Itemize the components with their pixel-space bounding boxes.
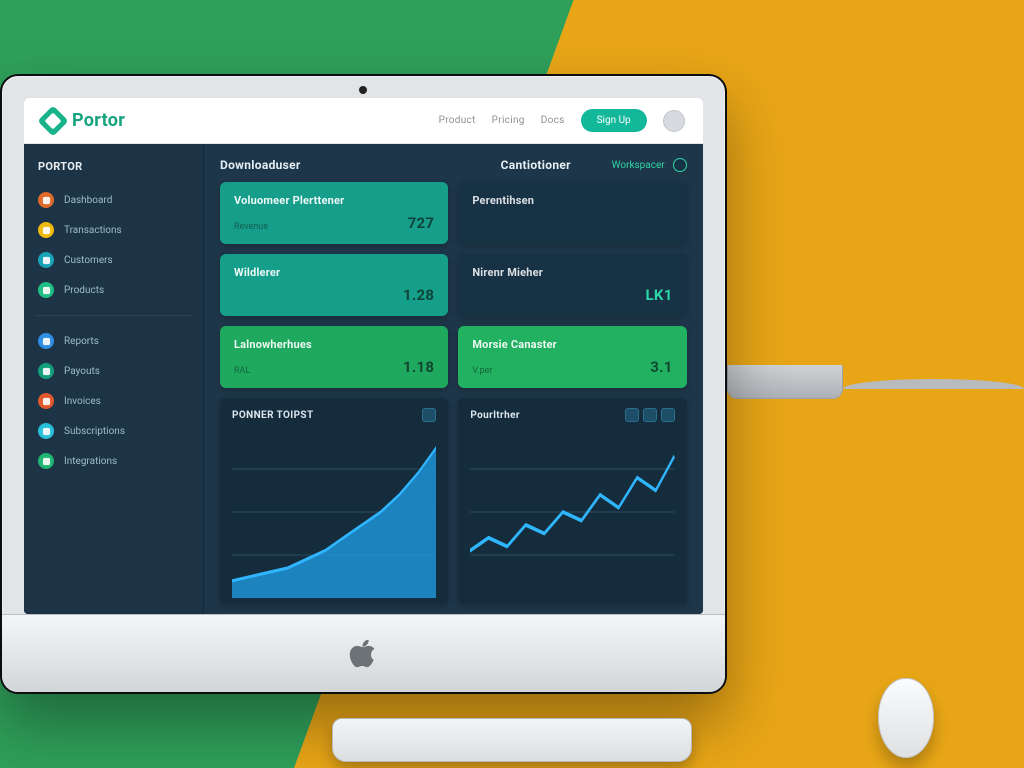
brand[interactable]: Portor bbox=[42, 110, 125, 132]
chart-right-chips bbox=[625, 408, 675, 422]
nav-link-0[interactable]: Product bbox=[439, 115, 476, 126]
sidebar-item[interactable]: Customers bbox=[24, 245, 203, 275]
sidebar-item[interactable]: Products bbox=[24, 275, 203, 305]
sidebar: PORTOR Dashboard Transactions Customers Pro… bbox=[24, 144, 204, 614]
sidebar-item-label: Reports bbox=[64, 336, 99, 347]
sidebar-item-icon bbox=[38, 333, 54, 349]
stat-card[interactable]: Nirenr Mieher LK1 bbox=[458, 254, 686, 316]
main-header: Downloaduser Cantiotioner Workspacer bbox=[220, 158, 687, 172]
chart-left[interactable]: PONNER TOIPST bbox=[220, 398, 448, 604]
sidebar-item[interactable]: Dashboard bbox=[24, 185, 203, 215]
monitor-base bbox=[843, 379, 1024, 389]
card-label: Nirenr Mieher bbox=[472, 266, 672, 279]
topbar: Portor Product Pricing Docs Sign Up bbox=[24, 98, 703, 144]
column-title-left: Downloaduser bbox=[220, 158, 301, 172]
sidebar-item-label: Dashboard bbox=[64, 195, 112, 206]
sidebar-item-label: Payouts bbox=[64, 366, 100, 377]
keyboard bbox=[332, 718, 692, 762]
header-meta[interactable]: Workspacer bbox=[612, 158, 687, 172]
brand-name: Portor bbox=[72, 110, 125, 131]
nav-link-2[interactable]: Docs bbox=[541, 115, 565, 126]
sidebar-item-icon bbox=[38, 393, 54, 409]
sidebar-item-label: Products bbox=[64, 285, 104, 296]
card-label: Lalnowherhues bbox=[234, 338, 434, 351]
sidebar-item[interactable]: Integrations bbox=[24, 446, 203, 476]
sidebar-title: PORTOR bbox=[24, 154, 203, 183]
stat-card[interactable]: Wildlerer 1.28 bbox=[220, 254, 448, 316]
sidebar-item-label: Customers bbox=[64, 255, 113, 266]
charts-row: PONNER TOIPST Pourltrher bbox=[220, 398, 687, 604]
chart-left-title: PONNER TOIPST bbox=[232, 410, 314, 421]
column-title-right: Cantiotioner bbox=[501, 158, 571, 172]
card-label: Wildlerer bbox=[234, 266, 434, 279]
chart-right-area bbox=[470, 426, 674, 598]
card-sub: RAL bbox=[234, 366, 250, 376]
sidebar-item-icon bbox=[38, 423, 54, 439]
card-value: 727 bbox=[408, 214, 435, 232]
main-panel: Downloaduser Cantiotioner Workspacer Vol… bbox=[204, 144, 703, 614]
chart-left-option-icon[interactable] bbox=[422, 408, 436, 422]
chart-left-area bbox=[232, 426, 436, 598]
mouse bbox=[878, 678, 934, 758]
sidebar-item-icon bbox=[38, 363, 54, 379]
camera-dot bbox=[359, 86, 367, 94]
stat-card[interactable]: Lalnowherhues RAL 1.18 bbox=[220, 326, 448, 388]
sidebar-item-icon bbox=[38, 252, 54, 268]
card-value: 1.18 bbox=[403, 358, 434, 376]
card-value: 1.28 bbox=[403, 286, 434, 304]
sidebar-item-label: Transactions bbox=[64, 225, 122, 236]
card-label: Perentihsen bbox=[472, 194, 672, 207]
app-body: PORTOR Dashboard Transactions Customers Pro… bbox=[24, 144, 703, 614]
sidebar-item-icon bbox=[38, 453, 54, 469]
status-dot-icon bbox=[673, 158, 687, 172]
nav-link-1[interactable]: Pricing bbox=[492, 115, 525, 126]
sidebar-item-icon bbox=[38, 282, 54, 298]
sidebar-item[interactable]: Payouts bbox=[24, 356, 203, 386]
stat-card[interactable]: Morsie Canaster V.per 3.1 bbox=[458, 326, 686, 388]
sidebar-item-icon bbox=[38, 192, 54, 208]
card-label: Voluomeer Plerttener bbox=[234, 194, 434, 207]
sidebar-separator bbox=[36, 315, 191, 316]
sidebar-item-icon bbox=[38, 222, 54, 238]
cta-button[interactable]: Sign Up bbox=[581, 109, 647, 132]
chart-chip[interactable] bbox=[661, 408, 675, 422]
chart-chip[interactable] bbox=[625, 408, 639, 422]
sidebar-item-label: Integrations bbox=[64, 456, 117, 467]
apple-logo-icon bbox=[349, 640, 377, 668]
sidebar-item[interactable]: Subscriptions bbox=[24, 416, 203, 446]
monitor-frame: Portor Product Pricing Docs Sign Up PORT… bbox=[0, 74, 727, 694]
sidebar-item[interactable]: Invoices bbox=[24, 386, 203, 416]
avatar[interactable] bbox=[663, 110, 685, 132]
stat-card-grid: Voluomeer Plerttener Revenue 727 Perentihse… bbox=[220, 182, 687, 388]
monitor-stand bbox=[727, 365, 843, 399]
chart-chip[interactable] bbox=[643, 408, 657, 422]
monitor-chin bbox=[2, 614, 725, 692]
card-value: 3.1 bbox=[650, 358, 672, 376]
card-sub: V.per bbox=[472, 366, 492, 376]
header-meta-label: Workspacer bbox=[612, 160, 665, 171]
sidebar-item[interactable]: Reports bbox=[24, 326, 203, 356]
chart-right-title: Pourltrher bbox=[470, 410, 520, 421]
stat-card[interactable]: Voluomeer Plerttener Revenue 727 bbox=[220, 182, 448, 244]
topnav: Product Pricing Docs Sign Up bbox=[439, 109, 685, 132]
card-label: Morsie Canaster bbox=[472, 338, 672, 351]
card-value: LK1 bbox=[646, 286, 673, 304]
chart-right[interactable]: Pourltrher bbox=[458, 398, 686, 604]
sidebar-item-label: Invoices bbox=[64, 396, 101, 407]
sidebar-item[interactable]: Transactions bbox=[24, 215, 203, 245]
card-sub: Revenue bbox=[234, 222, 268, 232]
sidebar-item-label: Subscriptions bbox=[64, 426, 125, 437]
brand-logo-icon bbox=[37, 105, 68, 136]
stat-card[interactable]: Perentihsen bbox=[458, 182, 686, 244]
app-screen: Portor Product Pricing Docs Sign Up PORT… bbox=[24, 98, 703, 614]
